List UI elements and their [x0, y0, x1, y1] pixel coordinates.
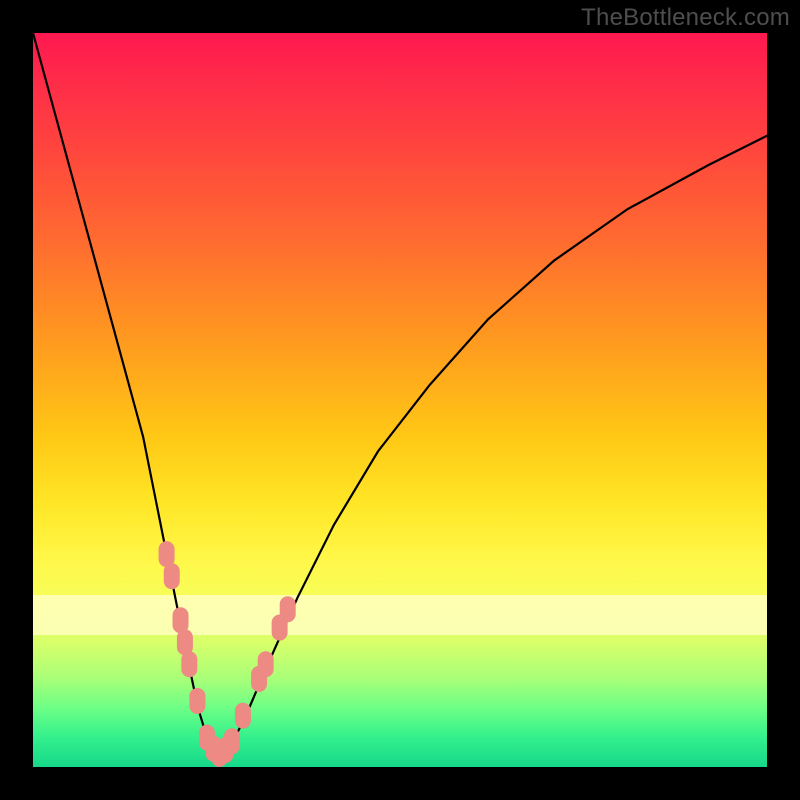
data-point-left-cluster-mid1	[173, 607, 189, 633]
curve-layer	[33, 33, 767, 767]
credit-label: TheBottleneck.com	[581, 4, 790, 32]
data-point-trough-e	[224, 728, 240, 754]
chart-frame: TheBottleneck.com	[0, 0, 800, 800]
data-point-left-cluster-mid3	[181, 651, 197, 677]
data-point-left-cluster-mid2	[177, 629, 193, 655]
plot-area	[33, 33, 767, 767]
data-point-left-cluster-upper	[164, 563, 180, 589]
data-point-left-cluster-low	[189, 688, 205, 714]
data-point-right-cluster-mid2	[258, 651, 274, 677]
bottleneck-curve-path	[33, 33, 767, 756]
data-point-right-cluster-low	[235, 703, 251, 729]
data-point-right-cluster-top	[280, 596, 296, 622]
data-points-group	[159, 541, 296, 767]
